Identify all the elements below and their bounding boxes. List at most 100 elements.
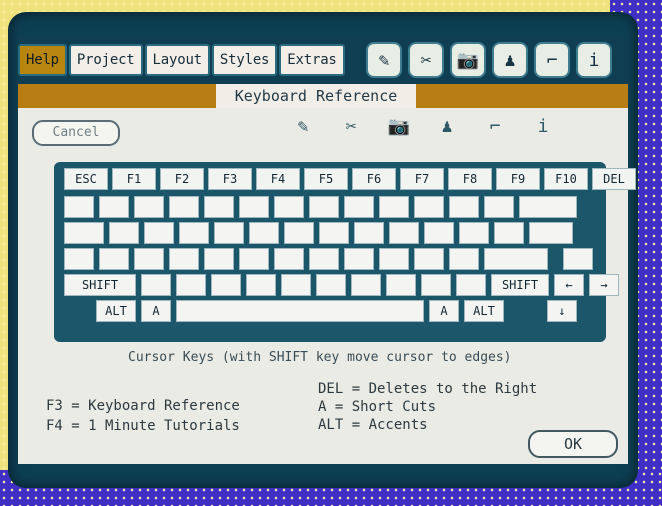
pencil-icon[interactable]: ✎ xyxy=(366,42,402,78)
menu-extras[interactable]: Extras xyxy=(279,44,345,76)
scissors-icon[interactable]: ✂ xyxy=(408,42,444,78)
key-f6: F6 xyxy=(352,168,396,190)
key-row-5: ALT A A ALT ↓ xyxy=(96,300,577,322)
key xyxy=(386,274,416,296)
space-bar xyxy=(176,300,424,322)
key xyxy=(239,248,269,270)
key xyxy=(176,274,206,296)
key-f10: F10 xyxy=(544,168,588,190)
legend-line: A = Short Cuts xyxy=(318,399,437,415)
key xyxy=(169,196,199,218)
key xyxy=(414,196,444,218)
key xyxy=(344,248,374,270)
right-alt-key: ALT xyxy=(464,300,504,322)
info-icon[interactable]: i xyxy=(576,42,612,78)
key xyxy=(64,222,104,244)
down-arrow-key: ↓ xyxy=(547,300,577,322)
key xyxy=(144,222,174,244)
key xyxy=(309,196,339,218)
menu-bar: Help Project Layout Styles Extras ✎ ✂ 📷 … xyxy=(18,36,628,84)
left-shift-key: SHIFT xyxy=(64,274,136,296)
key-esc: ESC xyxy=(64,168,108,190)
legend-right: DEL = Deletes to the Right A = Short Cut… xyxy=(318,380,537,434)
paint-roller-icon: ⌐ xyxy=(489,116,501,137)
key xyxy=(99,196,129,218)
legend-line: DEL = Deletes to the Right xyxy=(318,381,538,397)
left-alt-key: ALT xyxy=(96,300,136,322)
key xyxy=(319,222,349,244)
key xyxy=(134,248,164,270)
key xyxy=(99,248,129,270)
key-row-4: SHIFT SHIFT ← → xyxy=(64,274,619,296)
legend-line: F4 = 1 Minute Tutorials xyxy=(46,418,240,434)
key xyxy=(64,248,94,270)
key xyxy=(204,248,234,270)
window-titlebar: Keyboard Reference xyxy=(18,84,628,108)
key-f9: F9 xyxy=(496,168,540,190)
key-row-3 xyxy=(64,248,593,270)
person-icon: ♟ xyxy=(441,116,453,137)
key xyxy=(421,274,451,296)
key-f2: F2 xyxy=(160,168,204,190)
key-f3: F3 xyxy=(208,168,252,190)
key xyxy=(484,248,548,270)
menu-project[interactable]: Project xyxy=(68,44,143,76)
menu-items: Help Project Layout Styles Extras xyxy=(18,44,347,76)
key-row-1 xyxy=(64,196,577,218)
function-key-row: ESC F1 F2 F3 F4 F5 F6 F7 F8 F9 F10 DEL xyxy=(64,168,636,190)
left-arrow-key: ← xyxy=(554,274,584,296)
key xyxy=(344,196,374,218)
key xyxy=(459,222,489,244)
key xyxy=(379,248,409,270)
key xyxy=(169,248,199,270)
key xyxy=(519,196,577,218)
key xyxy=(134,196,164,218)
key-f8: F8 xyxy=(448,168,492,190)
key xyxy=(529,222,573,244)
menu-styles[interactable]: Styles xyxy=(211,44,278,76)
key xyxy=(211,274,241,296)
key xyxy=(64,196,94,218)
left-a-key: A xyxy=(141,300,171,322)
cursor-keys-label: Cursor Keys (with SHIFT key move cursor … xyxy=(128,350,512,365)
cancel-button[interactable]: Cancel xyxy=(32,120,120,146)
key xyxy=(494,222,524,244)
right-a-key: A xyxy=(429,300,459,322)
camera-icon: 📷 xyxy=(387,116,411,137)
key xyxy=(179,222,209,244)
key xyxy=(204,196,234,218)
right-arrow-key: → xyxy=(589,274,619,296)
person-icon[interactable]: ♟ xyxy=(492,42,528,78)
key-row-2 xyxy=(64,222,573,244)
menu-help[interactable]: Help xyxy=(18,44,67,76)
key-del: DEL xyxy=(592,168,636,190)
key xyxy=(316,274,346,296)
info-icon: i xyxy=(537,116,549,137)
ok-button[interactable]: OK xyxy=(528,430,618,458)
key xyxy=(449,248,479,270)
legend-line: F3 = Keyboard Reference xyxy=(46,398,240,414)
key xyxy=(424,222,454,244)
key xyxy=(484,196,514,218)
key xyxy=(379,196,409,218)
right-shift-key: SHIFT xyxy=(491,274,549,296)
key xyxy=(456,274,486,296)
camera-icon[interactable]: 📷 xyxy=(450,42,486,78)
key xyxy=(351,274,381,296)
menu-layout[interactable]: Layout xyxy=(144,44,210,76)
pencil-icon: ✎ xyxy=(297,116,309,137)
scissors-icon: ✂ xyxy=(345,116,357,137)
key xyxy=(214,222,244,244)
panel-icon-row: ✎ ✂ 📷 ♟ ⌐ i xyxy=(286,116,560,137)
window-title: Keyboard Reference xyxy=(216,84,416,108)
key xyxy=(281,274,311,296)
key xyxy=(354,222,384,244)
key-f7: F7 xyxy=(400,168,444,190)
paint-roller-icon[interactable]: ⌐ xyxy=(534,42,570,78)
toolbar-icons: ✎ ✂ 📷 ♟ ⌐ i xyxy=(366,42,612,78)
legend-line: ALT = Accents xyxy=(318,417,428,433)
key xyxy=(389,222,419,244)
key xyxy=(449,196,479,218)
key xyxy=(414,248,444,270)
key-f5: F5 xyxy=(304,168,348,190)
